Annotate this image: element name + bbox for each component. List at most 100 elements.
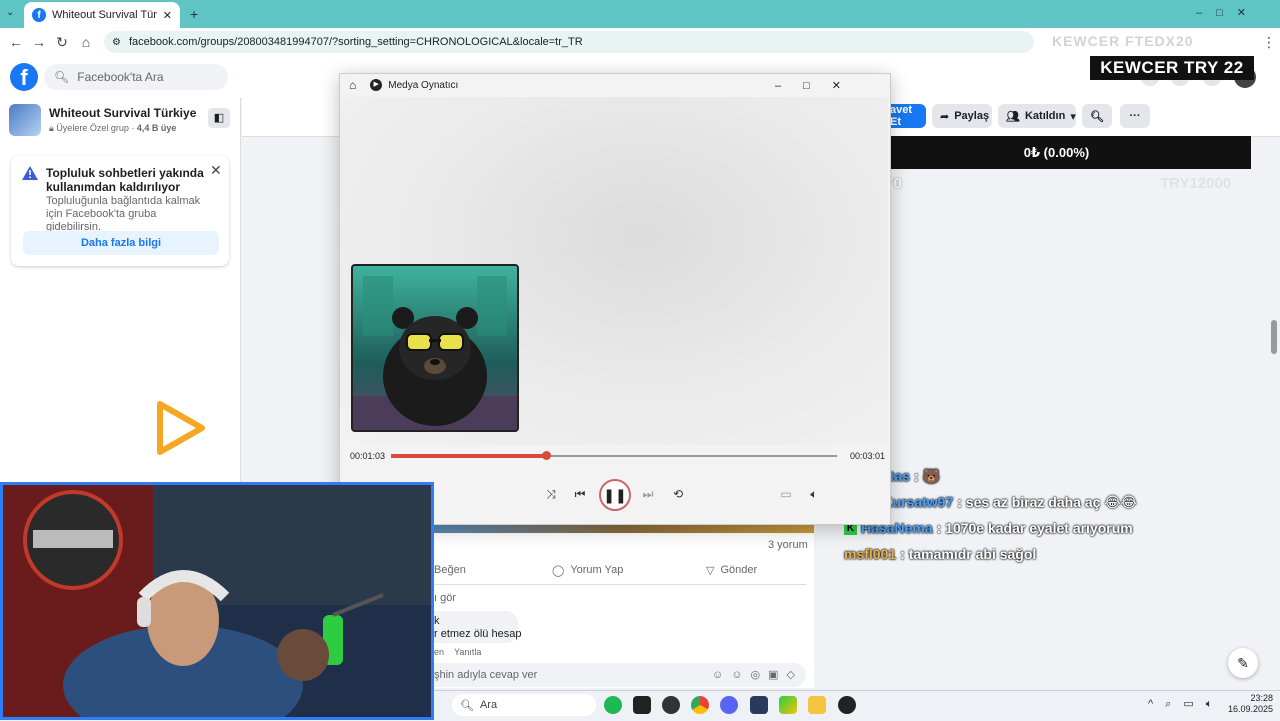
facebook-search-input[interactable]: 🔍︎ Facebook'ta Ara <box>44 64 228 90</box>
forward-arrow-icon[interactable]: → <box>31 34 47 50</box>
webcam-overlay <box>0 482 434 720</box>
media-player-taskbar-icon[interactable] <box>838 696 856 714</box>
send-button[interactable]: ▽ Gönder <box>706 562 757 578</box>
reply-link[interactable]: Yanıtla <box>454 647 481 657</box>
close-tab-icon[interactable]: ✕ <box>163 9 172 22</box>
group-privacy: Üyelere Özel grup <box>56 123 129 133</box>
send-arrow-icon: ▽ <box>706 564 715 577</box>
clock-date: 16.09.2025 <box>1228 704 1274 714</box>
streamer-webcam-image <box>3 485 431 717</box>
comment-button[interactable]: ◯ Yorum Yap <box>552 562 623 578</box>
comment-bubble-icon: ◯ <box>552 564 565 577</box>
chat-text: : 1070e kadar eyalet arıyorum <box>936 520 1133 536</box>
home-icon[interactable]: ⌂ <box>78 34 94 50</box>
back-arrow-icon[interactable]: ← <box>8 34 24 50</box>
previous-track-icon[interactable]: ⏮︎ <box>572 486 588 502</box>
comment-count[interactable]: 3 yorum <box>768 539 808 551</box>
page-scrollbar[interactable] <box>1271 320 1277 354</box>
home-icon[interactable]: ⌂ <box>349 78 356 92</box>
group-search-icon[interactable]: 🔍︎ <box>1082 104 1112 128</box>
group-members: 4,4 B üye <box>136 123 177 133</box>
reaction-link[interactable]: en <box>434 647 444 657</box>
collapse-sidebar-icon[interactable]: ◧ <box>208 108 230 128</box>
like-button[interactable]: Beğen <box>434 562 466 578</box>
reply-placeholder: şhin adıyla cevap ver <box>434 669 538 681</box>
tab-list-icon[interactable]: ⌄ <box>6 7 14 18</box>
spotify-icon[interactable] <box>604 696 622 714</box>
discord-icon[interactable] <box>720 696 738 714</box>
group-info[interactable]: Whiteout Survival Türkiye 🔒︎ Üyelere Öze… <box>9 104 231 140</box>
share-label: Paylaş <box>954 110 990 122</box>
notice-title: Topluluk sohbetleri yakında kullanımdan … <box>46 166 204 194</box>
subtitles-icon[interactable]: ▭ <box>778 486 794 502</box>
chat-message: msfl001 : tamamıdr abi sağol <box>844 543 1036 565</box>
like-label: Beğen <box>434 564 466 576</box>
capcut-icon[interactable] <box>633 696 651 714</box>
chat-username: msfl001 <box>844 546 897 562</box>
facebook-logo-icon[interactable]: f <box>10 63 38 91</box>
obs-icon[interactable] <box>662 696 680 714</box>
search-icon: 🔍︎ <box>460 699 474 712</box>
chat-text: : ses az biraz daha aç 😂😂 <box>957 493 1138 510</box>
group-name: Whiteout Survival Türkiye <box>49 106 197 120</box>
chat-text: : tamamıdr abi sağol <box>900 546 1037 562</box>
more-options-icon[interactable]: ··· <box>1120 104 1150 128</box>
game-launcher-icon[interactable] <box>750 696 768 714</box>
comment-label: Yorum Yap <box>570 564 624 576</box>
chrome-icon[interactable] <box>691 696 709 714</box>
address-bar[interactable]: ⚙ facebook.com/groups/208003481994707/?s… <box>104 31 1034 53</box>
repeat-off-icon[interactable]: ⟲ <box>670 486 686 502</box>
seek-progress <box>391 454 546 458</box>
file-explorer-icon[interactable] <box>808 696 826 714</box>
share-button[interactable]: ➦ Paylaş <box>932 104 992 128</box>
joined-label: Katıldın <box>1024 110 1066 122</box>
share-arrow-icon: ➦ <box>940 110 950 123</box>
media-player-logo-icon: ▶ <box>370 79 383 91</box>
more-info-button[interactable]: Daha fazla bilgi <box>23 231 219 255</box>
reply-tools-icons[interactable]: ☺☺◎▣◇ <box>712 668 803 681</box>
url-text: facebook.com/groups/208003481994707/?sor… <box>128 36 583 48</box>
total-time: 00:03:01 <box>850 451 886 461</box>
media-player-titlebar: ⌂ ▶ Medya Oynatıcı –□✕ <box>339 73 889 97</box>
menu-dots-icon[interactable]: ⋮ <box>1262 34 1276 51</box>
goal-max-label: TRY12000 <box>1160 175 1232 192</box>
player-window-controls[interactable]: –□✕ <box>775 79 863 92</box>
facebook-favicon-icon: f <box>32 8 46 22</box>
browser-tab[interactable]: f Whiteout Survival Türkiye | Face ✕ <box>24 2 180 28</box>
new-message-icon[interactable]: ✎ <box>1228 648 1258 678</box>
chevron-down-icon: ▾ <box>1070 110 1076 123</box>
site-info-icon[interactable]: ⚙ <box>112 37 121 48</box>
bear-with-sunglasses-icon <box>353 276 517 430</box>
taskbar-search[interactable]: 🔍︎ Ara <box>452 694 596 716</box>
see-more-link[interactable]: ı gör <box>434 592 456 604</box>
close-notice-icon[interactable]: ✕ <box>210 162 222 179</box>
pause-button[interactable]: ❚❚ <box>599 479 631 511</box>
next-track-icon[interactable]: ⏭︎ <box>640 486 656 502</box>
seek-handle[interactable] <box>542 451 551 460</box>
stream-watermark: KEWCER FTEDX20 <box>1052 33 1194 49</box>
media-player-title: Medya Oynatıcı <box>388 79 459 91</box>
search-icon: 🔍︎ <box>54 70 70 84</box>
play-logo-icon <box>157 401 205 455</box>
app-icon[interactable] <box>779 696 797 714</box>
lock-icon: 🔒︎ <box>49 123 54 133</box>
system-tray-icons[interactable]: ^⌕▭🔈︎ <box>1148 697 1224 711</box>
new-tab-button[interactable]: + <box>190 6 198 22</box>
comment-text-1: k <box>434 615 440 627</box>
donation-goal-bar: 0₺ (0.00%) <box>862 136 1251 169</box>
tab-title: Whiteout Survival Türkiye | Face <box>52 9 157 21</box>
notice-description: Topluluğunla bağlantıda kalmak için Face… <box>46 195 201 233</box>
joined-button[interactable]: 👥︎ Katıldın ▾ <box>998 104 1076 128</box>
stream-banner: KEWCER TRY 22 <box>1090 56 1254 80</box>
window-controls[interactable]: –□✕ <box>1196 6 1260 19</box>
warning-icon <box>22 166 38 180</box>
taskbar-clock[interactable]: 23:28 16.09.2025 <box>1228 693 1273 715</box>
volume-icon[interactable]: 🔈︎ <box>806 486 822 502</box>
group-avatar <box>9 104 41 136</box>
album-art <box>351 264 519 432</box>
shuffle-icon[interactable]: ⤨ <box>543 486 559 502</box>
taskbar-search-placeholder: Ara <box>479 699 498 711</box>
chat-text: : 🐻 <box>914 467 940 484</box>
reload-icon[interactable]: ↻ <box>54 34 70 50</box>
divider <box>434 584 806 585</box>
